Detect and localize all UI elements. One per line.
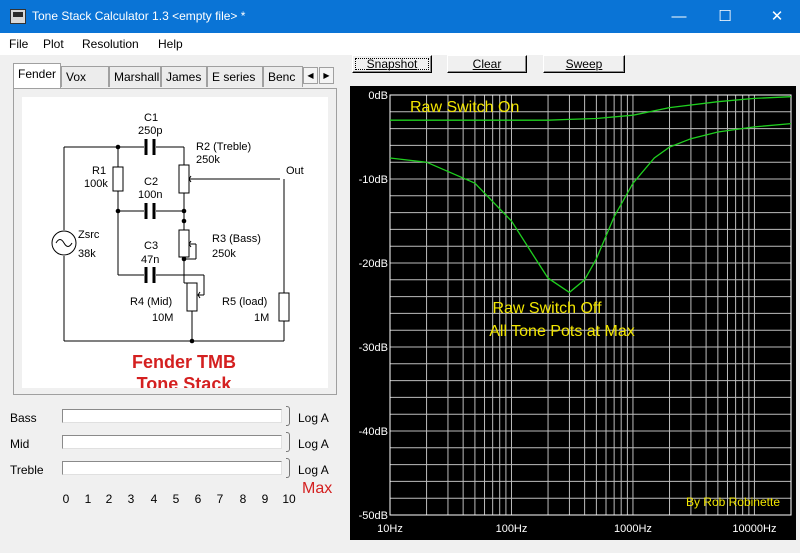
label-zsrc-value: 38k — [78, 248, 96, 260]
annotation-raw-switch-off: Raw Switch Off — [492, 300, 602, 317]
potentiometer-r2 — [178, 164, 195, 194]
label-r2-name: R2 (Treble) — [196, 141, 251, 153]
annotation-all-pots-max: All Tone Pots at Max — [489, 323, 635, 340]
bass-slider-thumb[interactable] — [286, 406, 290, 426]
capacitor-c2 — [144, 203, 156, 219]
scale-label: 6 — [194, 492, 202, 506]
potentiometer-r3 — [178, 229, 192, 258]
x-tick-label: 1000Hz — [614, 523, 652, 535]
capacitor-c3 — [144, 267, 156, 283]
potentiometer-r4 — [186, 282, 201, 312]
label-c2-name: C2 — [144, 176, 158, 188]
label-out: Out — [286, 165, 304, 177]
y-tick-label: -10dB — [359, 174, 388, 186]
y-tick-label: -20dB — [359, 258, 388, 270]
y-tick-label: -30dB — [359, 342, 388, 354]
fender-tmb-schematic: C1 250p R2 (Treble) 250k Out R1 100k C2 … — [51, 112, 304, 394]
x-tick-label: 10Hz — [377, 523, 403, 535]
tab-benc[interactable]: Benc — [263, 66, 303, 87]
mid-taper-label: Log A — [298, 437, 329, 451]
menu-help[interactable]: Help — [158, 37, 183, 51]
scale-label: 0 — [62, 492, 70, 506]
menu-bar: File Plot Resolution Help — [0, 33, 800, 55]
label-r4-value: 10M — [152, 312, 173, 324]
y-tick-label: 0dB — [368, 90, 388, 102]
label-r4-name: R4 (Mid) — [130, 296, 172, 308]
credit-label: By Rob Robinette — [686, 495, 780, 509]
menu-plot[interactable]: Plot — [43, 37, 64, 51]
scale-label: 4 — [150, 492, 158, 506]
minimize-button[interactable]: — — [656, 0, 702, 33]
tab-marshall[interactable]: Marshall — [109, 66, 161, 87]
caption-line-2: Tone Stack — [137, 374, 233, 388]
tab-fender[interactable]: Fender — [13, 63, 61, 88]
scale-label: 10 — [282, 492, 296, 506]
resistor-r5 — [278, 292, 290, 322]
x-tick-label: 100Hz — [496, 523, 528, 535]
treble-taper-label: Log A — [298, 463, 329, 477]
tab-e-series[interactable]: E series — [207, 66, 263, 87]
menu-file[interactable]: File — [9, 37, 28, 51]
bass-taper-label: Log A — [298, 411, 329, 425]
label-r5-value: 1M — [254, 312, 269, 324]
scale-label: 1 — [84, 492, 92, 506]
label-r5-name: R5 (load) — [222, 296, 267, 308]
title-bar[interactable]: Tone Stack Calculator 1.3 <empty file> *… — [0, 0, 800, 33]
label-r3-value: 250k — [212, 248, 236, 260]
label-r2-value: 250k — [196, 154, 220, 166]
y-tick-label: -40dB — [359, 426, 388, 438]
label-c3-name: C3 — [144, 240, 158, 252]
label-zsrc-name: Zsrc — [78, 229, 100, 241]
label-c1-name: C1 — [144, 112, 158, 124]
bass-label: Bass — [10, 411, 37, 425]
label-r1-name: R1 — [92, 165, 106, 177]
resistor-r1 — [112, 166, 124, 192]
window-title: Tone Stack Calculator 1.3 <empty file> * — [32, 9, 246, 23]
x-tick-label: 10000Hz — [732, 523, 776, 535]
signal-source-icon — [51, 230, 77, 256]
schematic-area: C1 250p R2 (Treble) 250k Out R1 100k C2 … — [22, 97, 328, 394]
mid-label: Mid — [10, 437, 30, 451]
maximize-button[interactable]: ☐ — [702, 0, 748, 33]
label-c1-value: 250p — [138, 125, 162, 137]
scale-label: 5 — [172, 492, 180, 506]
app-icon — [10, 9, 26, 24]
label-r1-value: 100k — [84, 178, 108, 190]
scale-label: 9 — [261, 492, 269, 506]
close-button[interactable]: ✕ — [754, 0, 800, 33]
mid-slider-track[interactable] — [62, 435, 282, 449]
scale-label: 8 — [239, 492, 247, 506]
y-tick-label: -50dB — [359, 510, 388, 522]
response-curve-2 — [389, 122, 792, 294]
clear-button[interactable]: Clear — [447, 55, 527, 73]
caption-line-1: Fender TMB — [132, 352, 236, 372]
snapshot-button[interactable]: Snapshot — [352, 55, 432, 73]
frequency-response-plot[interactable]: 0dB -10dB -20dB -30dB -40dB -50dB 10Hz 100Hz 10… — [350, 86, 796, 540]
label-c3-value: 47n — [141, 254, 159, 266]
tab-vox[interactable]: Vox — [61, 66, 109, 87]
label-r3-name: R3 (Bass) — [212, 233, 261, 245]
tab-scroll-left-icon[interactable]: ◀ — [303, 67, 318, 84]
mid-slider-thumb[interactable] — [286, 432, 290, 452]
menu-resolution[interactable]: Resolution — [82, 37, 139, 51]
max-label: Max — [302, 480, 333, 497]
capacitor-c1 — [144, 139, 156, 155]
scale-label: 7 — [216, 492, 224, 506]
annotation-raw-switch-on: Raw Switch On — [410, 99, 519, 116]
treble-slider-track[interactable] — [62, 461, 282, 475]
preset-tabs: Fender Vox Marshall James E series Benc … — [13, 63, 338, 88]
tab-james[interactable]: James — [161, 66, 207, 87]
scale-label: 2 — [105, 492, 113, 506]
treble-label: Treble — [10, 463, 44, 477]
scale-label: 3 — [127, 492, 135, 506]
bass-slider-track[interactable] — [62, 409, 282, 423]
tab-panel-fender: C1 250p R2 (Treble) 250k Out R1 100k C2 … — [13, 88, 337, 395]
treble-slider-thumb[interactable] — [286, 458, 290, 478]
sweep-button[interactable]: Sweep — [543, 55, 625, 73]
frequency-response-chart: 0dB -10dB -20dB -30dB -40dB -50dB 10Hz 100Hz 10… — [359, 90, 792, 535]
tab-scroll-right-icon[interactable]: ▶ — [319, 67, 334, 84]
label-c2-value: 100n — [138, 189, 162, 201]
